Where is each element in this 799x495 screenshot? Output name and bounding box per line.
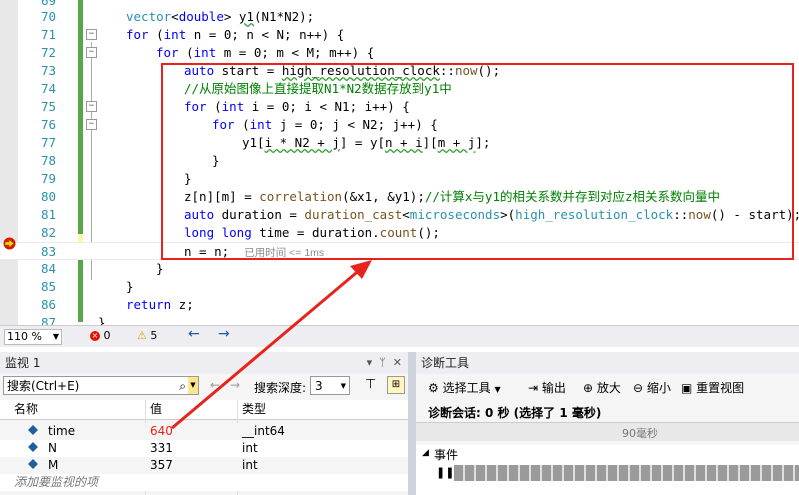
annotation-arrow [171,260,372,430]
